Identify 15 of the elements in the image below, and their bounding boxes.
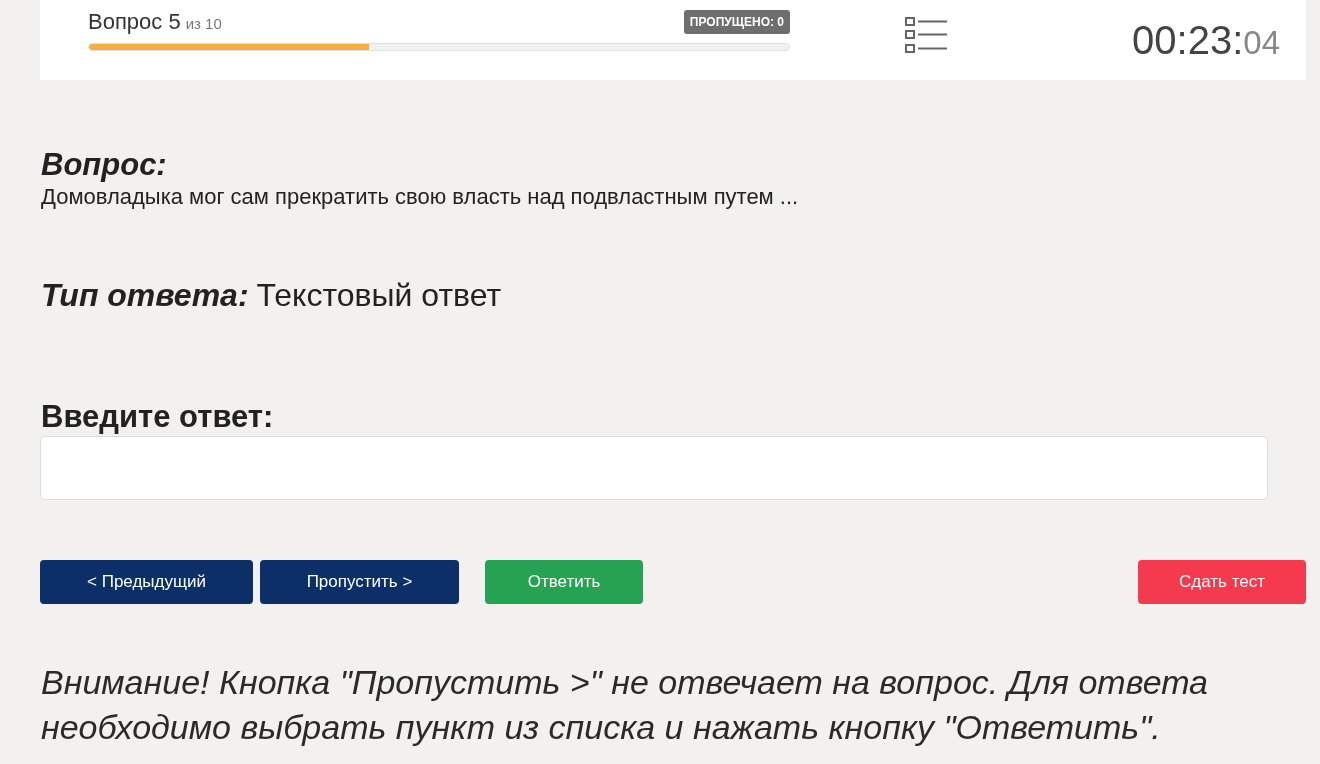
question-counter: Вопрос 5 — [88, 9, 181, 35]
nav-button[interactable]: < Предыдущий — [40, 560, 253, 604]
answer-label: Введите ответ: — [41, 398, 274, 436]
answer-input[interactable] — [40, 436, 1268, 500]
question-text: Домовладыка мог сам прекратить свою власть над подвластным путем ... — [41, 184, 799, 210]
nav-button[interactable]: Пропустить > — [260, 560, 459, 604]
question-total: из 10 — [185, 15, 222, 32]
list-icon[interactable] — [905, 17, 947, 53]
skipped-badge: ПРОПУЩЕНО: 0 — [683, 10, 790, 34]
timer-text: 00:23:04 — [1132, 17, 1280, 63]
answer-type-label: Тип ответа: — [41, 276, 249, 315]
submit-test-button[interactable]: Сдать тест — [1138, 560, 1306, 604]
answer-type-value: Текстовый ответ — [256, 276, 502, 315]
question-label: Вопрос: — [41, 146, 167, 184]
warning-text: Внимание! Кнопка "Пропустить >" не отвечает на вопрос. Для ответа необходимо выбрать пункт из списка и нажать кнопку "Ответить". — [41, 662, 1210, 748]
